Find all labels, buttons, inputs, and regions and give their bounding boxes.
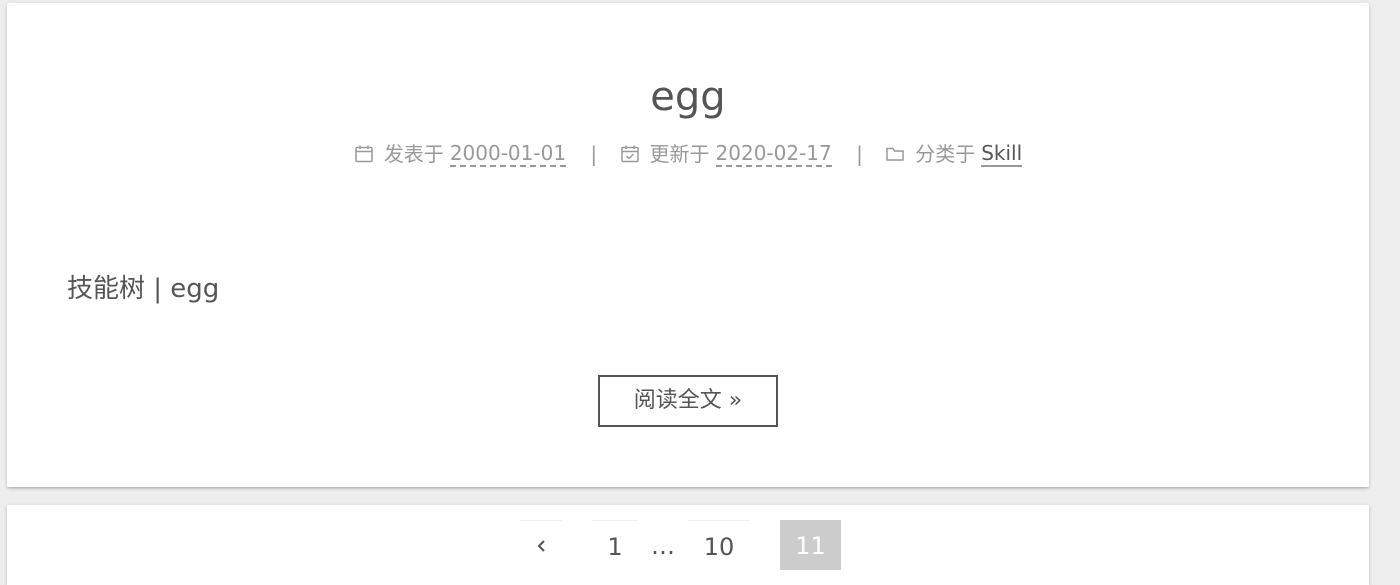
page-link-10[interactable]: 10 — [688, 520, 750, 570]
pagination: 1 … 10 11 — [7, 505, 1369, 585]
meta-divider: | — [856, 141, 863, 166]
category-link[interactable]: Skill — [981, 141, 1023, 167]
post-meta: 发表于 2000-01-01 | 更新于 2020-02-17 | 分类于 Sk… — [7, 138, 1369, 168]
calendar-icon — [354, 144, 374, 164]
updated-date: 2020-02-17 — [715, 140, 832, 167]
posted-meta: 发表于 2000-01-01 — [354, 140, 567, 168]
post-excerpt: 技能树 | egg — [67, 274, 220, 304]
posted-date: 2000-01-01 — [449, 140, 567, 167]
prev-page-button[interactable] — [520, 520, 562, 570]
posted-label: 发表于 — [383, 141, 444, 166]
category-meta: 分类于 Skill — [885, 140, 1023, 168]
meta-divider: | — [590, 141, 598, 166]
post-card: egg 发表于 2000-01-01 | 更新于 2020-02-17 | 分类… — [7, 3, 1369, 487]
calendar-check-icon — [620, 144, 640, 164]
category-label: 分类于 — [915, 141, 976, 166]
current-page: 11 — [780, 520, 841, 570]
updated-meta: 更新于 2020-02-17 — [620, 140, 832, 168]
post-title[interactable]: egg — [7, 71, 1369, 123]
chevron-left-icon — [535, 533, 547, 561]
page-link-1[interactable]: 1 — [592, 520, 638, 570]
read-more-button[interactable]: 阅读全文 » — [598, 375, 778, 427]
folder-icon — [885, 144, 905, 164]
updated-label: 更新于 — [649, 141, 710, 166]
page-ellipsis: … — [651, 532, 675, 560]
